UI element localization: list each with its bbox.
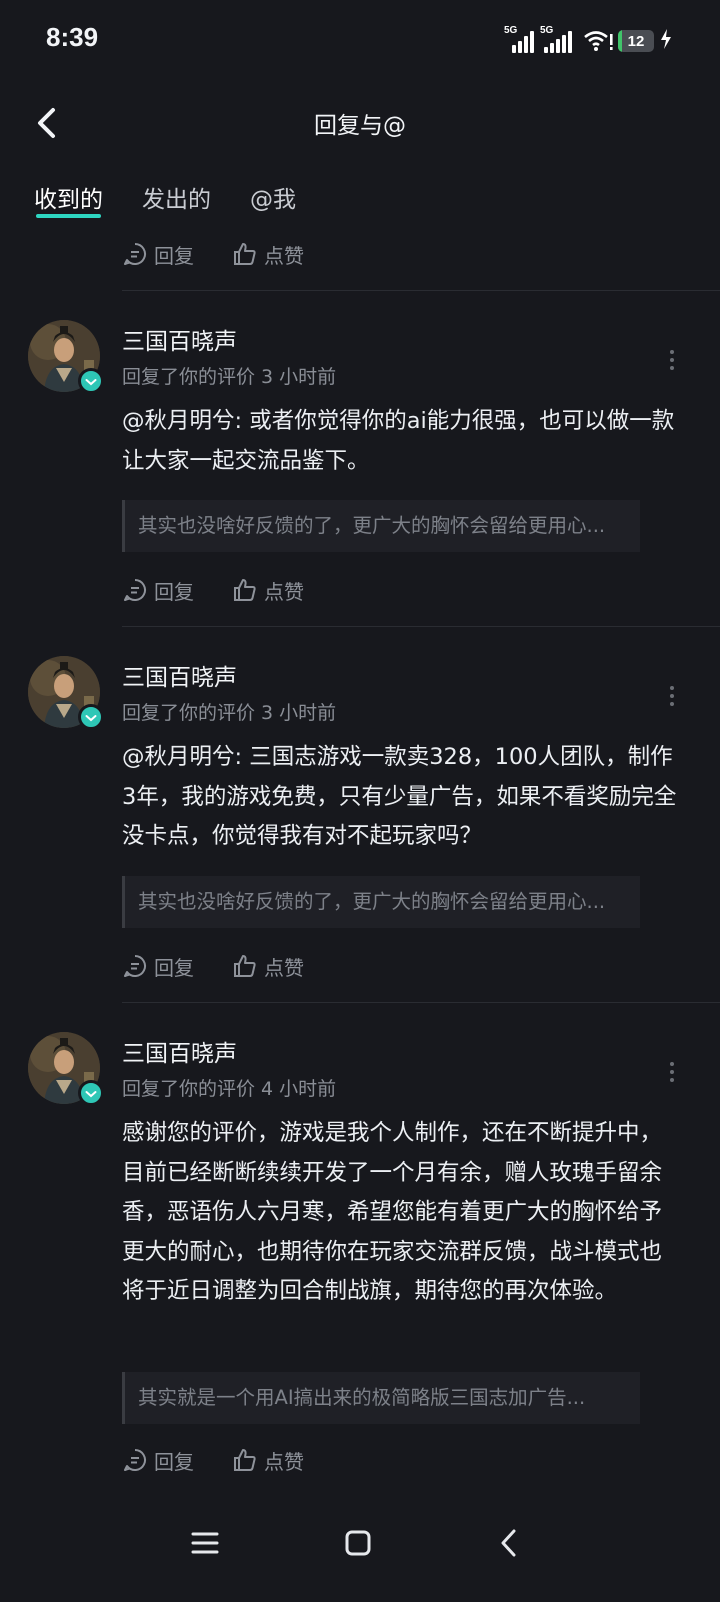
comment-actions: 回复 点赞 bbox=[122, 238, 304, 270]
comment-actions: 回复 点赞 bbox=[122, 1444, 304, 1476]
status-icons: 5G 5G 12 bbox=[504, 25, 672, 56]
thumbs-up-icon bbox=[234, 243, 256, 265]
avatar[interactable] bbox=[28, 1032, 104, 1106]
like-label: 点赞 bbox=[264, 955, 304, 980]
comment-icon bbox=[124, 579, 146, 601]
tab-bar: 收到的 发出的 @我 bbox=[0, 180, 720, 226]
reply-button[interactable]: 回复 bbox=[122, 952, 194, 981]
reply-button[interactable]: 回复 bbox=[122, 240, 194, 269]
more-options-button[interactable] bbox=[662, 682, 682, 712]
header: 回复与@ bbox=[0, 90, 720, 154]
like-button[interactable]: 点赞 bbox=[232, 1446, 304, 1475]
like-button[interactable]: 点赞 bbox=[232, 952, 304, 981]
status-bar: 8:39 5G 5G 12 bbox=[0, 0, 720, 86]
battery-icon: 12 bbox=[618, 30, 654, 52]
comment-icon bbox=[124, 955, 146, 977]
comment-icon bbox=[124, 1449, 146, 1471]
comment-author[interactable]: 三国百晓声 bbox=[122, 322, 237, 356]
like-label: 点赞 bbox=[264, 1449, 304, 1474]
comment-meta: 回复了你的评价 3 小时前 bbox=[122, 702, 337, 724]
bolt-icon bbox=[660, 28, 672, 54]
network-type-label: 5G bbox=[504, 25, 518, 36]
home-square-icon bbox=[345, 1530, 371, 1556]
divider bbox=[122, 290, 720, 291]
quoted-review[interactable]: 其实也没啥好反馈的了，更广大的胸怀会留给更用心... bbox=[122, 500, 640, 552]
more-options-button[interactable] bbox=[662, 1058, 682, 1088]
network-type-label: 5G bbox=[540, 25, 554, 36]
quoted-review[interactable]: 其实就是一个用AI搞出来的极简略版三国志加广告... bbox=[122, 1372, 640, 1424]
system-back-button[interactable] bbox=[484, 1518, 534, 1568]
comment-icon bbox=[124, 243, 146, 265]
comment-actions: 回复 点赞 bbox=[122, 574, 304, 606]
tab-label: 发出的 bbox=[142, 187, 211, 213]
avatar[interactable] bbox=[28, 320, 104, 394]
comment-author[interactable]: 三国百晓声 bbox=[122, 658, 237, 692]
reply-label: 回复 bbox=[154, 243, 194, 268]
comment-actions: 回复 点赞 bbox=[122, 950, 304, 982]
avatar[interactable] bbox=[28, 656, 104, 730]
tab-sent[interactable]: 发出的 bbox=[142, 180, 211, 214]
like-button[interactable]: 点赞 bbox=[232, 240, 304, 269]
recent-apps-button[interactable] bbox=[180, 1518, 230, 1568]
battery-level: 12 bbox=[627, 32, 645, 50]
divider bbox=[122, 1002, 720, 1003]
comment-author[interactable]: 三国百晓声 bbox=[122, 1034, 237, 1068]
comment-content[interactable]: 感谢您的评价，游戏是我个人制作，还在不断提升中，目前已经断断续续开发了一个月有余… bbox=[122, 1114, 684, 1312]
tab-mentions[interactable]: @我 bbox=[250, 180, 296, 214]
home-button[interactable] bbox=[333, 1518, 383, 1568]
system-nav-bar bbox=[0, 1492, 720, 1602]
verified-badge-icon bbox=[78, 1080, 104, 1106]
tab-received[interactable]: 收到的 bbox=[34, 180, 103, 218]
reply-label: 回复 bbox=[154, 955, 194, 980]
tab-label: @我 bbox=[250, 187, 296, 213]
comment-content[interactable]: @秋月明兮: 三国志游戏一款卖328，100人团队，制作3年，我的游戏免费，只有… bbox=[122, 738, 684, 857]
more-options-button[interactable] bbox=[662, 346, 682, 376]
comment-content[interactable]: @秋月明兮: 或者你觉得你的ai能力很强，也可以做一款让大家一起交流品鉴下。 bbox=[122, 402, 684, 481]
quoted-review[interactable]: 其实也没啥好反馈的了，更广大的胸怀会留给更用心... bbox=[122, 876, 640, 928]
verified-badge-icon bbox=[78, 704, 104, 730]
menu-icon bbox=[191, 1532, 219, 1554]
comment-meta: 回复了你的评价 3 小时前 bbox=[122, 366, 337, 388]
reply-label: 回复 bbox=[154, 1449, 194, 1474]
like-button[interactable]: 点赞 bbox=[232, 576, 304, 605]
signal-icon: 5G bbox=[540, 25, 578, 53]
wifi-icon bbox=[584, 30, 613, 52]
reply-label: 回复 bbox=[154, 579, 194, 604]
reply-button[interactable]: 回复 bbox=[122, 576, 194, 605]
signal-icon: 5G bbox=[504, 25, 534, 53]
back-chevron-icon bbox=[501, 1529, 516, 1557]
thumbs-up-icon bbox=[234, 579, 256, 601]
status-time: 8:39 bbox=[46, 22, 99, 52]
like-label: 点赞 bbox=[264, 243, 304, 268]
page-title: 回复与@ bbox=[314, 113, 406, 139]
thumbs-up-icon bbox=[234, 955, 256, 977]
thumbs-up-icon bbox=[234, 1449, 256, 1471]
verified-badge-icon bbox=[78, 368, 104, 394]
divider bbox=[122, 626, 720, 627]
like-label: 点赞 bbox=[264, 579, 304, 604]
reply-button[interactable]: 回复 bbox=[122, 1446, 194, 1475]
tab-label: 收到的 bbox=[34, 187, 103, 213]
comment-meta: 回复了你的评价 4 小时前 bbox=[122, 1078, 337, 1100]
tab-active-indicator bbox=[36, 214, 101, 218]
battery-fill bbox=[618, 30, 623, 52]
